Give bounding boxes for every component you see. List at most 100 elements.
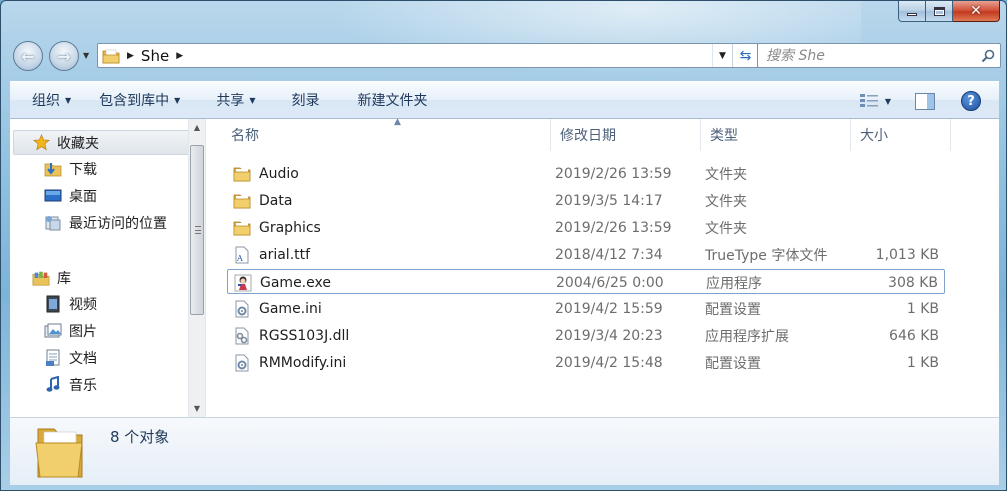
recent-pages-dropdown[interactable]: ▼ [83,51,89,60]
close-button[interactable]: ✕ [953,1,1000,22]
file-row[interactable]: RGSS103J.dll 2019/3/4 20:23 应用程序扩展 646 KB [227,323,945,348]
desktop-icon [44,187,62,205]
sidebar-libraries-label: 库 [57,270,71,287]
column-header-name[interactable]: 名称 ▲ [222,117,551,151]
back-arrow-icon: ← [21,46,35,66]
breadcrumb-separator-icon[interactable]: ▶ [176,51,183,61]
organize-label: 组织 [32,93,60,109]
column-type-label: 类型 [710,128,738,144]
file-name-cell[interactable]: Aarial.ttf [233,242,310,267]
videos-icon [44,295,62,313]
file-row[interactable]: RMModify.ini 2019/4/2 15:48 配置设置 1 KB [227,350,945,375]
file-row[interactable]: Game.exe 2004/6/25 0:00 应用程序 308 KB [227,269,945,294]
change-view-icon[interactable] [859,93,879,109]
file-name: Data [259,192,293,209]
library-icon [32,269,50,287]
folder-icon [233,192,251,210]
file-row[interactable]: Audio 2019/2/26 13:59 文件夹 [227,161,945,186]
file-row[interactable]: Graphics 2019/2/26 13:59 文件夹 [227,215,945,240]
file-row[interactable]: Aarial.ttf 2018/4/12 7:34 TrueType 字体文件 1,0… [227,242,945,267]
refresh-icon: ⇆ [739,47,752,64]
breadcrumb-separator-icon[interactable]: ▶ [127,51,134,61]
file-type: 文件夹 [705,166,747,183]
close-icon: ✕ [970,3,982,19]
refresh-button[interactable]: ⇆ [732,44,758,67]
file-size: 308 KB [888,274,938,291]
breadcrumb-she[interactable]: She [141,47,169,65]
file-row[interactable]: Game.ini 2019/4/2 15:59 配置设置 1 KB [227,296,945,321]
file-name-cell[interactable]: RMModify.ini [233,350,346,375]
address-history-dropdown[interactable]: ▼ [712,44,732,67]
new-folder-button[interactable]: 新建文件夹 [331,82,439,118]
back-button[interactable]: ← [13,41,43,71]
column-header-size[interactable]: 大小 [851,119,951,151]
column-date-label: 修改日期 [560,128,616,144]
file-type: 应用程序扩展 [705,328,789,345]
chevron-down-icon: ▼ [249,95,256,105]
minimize-button[interactable] [898,1,926,22]
file-type: 文件夹 [705,193,747,210]
burn-button[interactable]: 刻录 [267,82,331,118]
sidebar-item-label: 音乐 [69,377,97,394]
sidebar-libraries[interactable]: 库 [10,265,188,290]
sidebar-item-label: 下载 [69,161,97,178]
music-icon [44,375,62,394]
dll-file-icon [233,327,251,345]
column-header-date[interactable]: 修改日期 [551,119,701,151]
file-type: 配置设置 [705,355,761,372]
grip-icon [195,226,201,234]
sidebar-item-pictures[interactable]: 图片 [10,318,188,343]
maximize-button[interactable] [926,1,953,22]
game-exe-icon [234,274,252,292]
scroll-down-icon[interactable]: ▼ [189,400,205,417]
file-name-cell[interactable]: Game.exe [234,270,331,295]
scrollbar-thumb[interactable] [190,145,204,315]
pictures-icon [44,322,62,340]
address-bar[interactable]: ▶ She ▶ ▼ ⇆ [97,43,759,68]
sidebar-item-videos[interactable]: 视频 [10,291,188,316]
file-type: TrueType 字体文件 [705,247,828,264]
file-size: 646 KB [889,327,939,344]
help-icon[interactable]: ? [961,91,981,111]
sidebar-item-recent-places[interactable]: 最近访问的位置 [10,210,188,235]
include-in-library-label: 包含到库中 [99,93,170,109]
preview-pane-icon[interactable] [915,92,935,110]
sidebar-item-desktop[interactable]: 桌面 [10,183,188,208]
sidebar-item-downloads[interactable]: 下载 [10,156,188,181]
minimize-icon [907,12,917,16]
address-folder-icon [102,48,120,64]
column-header-type[interactable]: 类型 [701,119,851,151]
file-name-cell[interactable]: Data [233,188,292,213]
include-in-library-menu[interactable]: 包含到库中 ▼ [83,82,192,118]
search-icon[interactable] [976,44,1000,67]
file-name-cell[interactable]: Graphics [233,215,321,240]
navigation-bar: ← → ▼ ▶ She ▶ ▼ ⇆ [11,39,1001,73]
share-menu[interactable]: 共享 ▼ [192,82,267,118]
file-name-cell[interactable]: RGSS103J.dll [233,323,349,348]
sidebar-item-music[interactable]: 音乐 [10,372,188,397]
chevron-down-icon: ▼ [174,95,181,105]
file-name: Game.exe [260,274,331,291]
organize-menu[interactable]: 组织 ▼ [10,82,83,118]
svg-text:A: A [236,254,243,263]
sidebar-item-documents[interactable]: 文档 [10,345,188,370]
file-row[interactable]: Data 2019/3/5 14:17 文件夹 [227,188,945,213]
file-name: RMModify.ini [259,354,347,371]
file-name-cell[interactable]: Game.ini [233,296,322,321]
sidebar-favorites[interactable]: 收藏夹 [13,130,191,155]
file-date: 2019/3/4 20:23 [555,327,663,344]
view-controls: ▼ ? [859,82,999,120]
command-bar: 组织 ▼ 包含到库中 ▼ 共享 ▼ 刻录 新建文件夹 ▼ ? [10,81,999,119]
view-options-dropdown[interactable]: ▼ [885,97,891,106]
explorer-body: 收藏夹 下载 桌面 最近访问的位置 库 视频 图片 文档 音乐 ▲ ▼ 名称 ▲… [10,117,999,417]
sidebar-scrollbar[interactable]: ▲ ▼ [188,119,205,417]
file-type: 文件夹 [705,220,747,237]
forward-button[interactable]: → [49,41,79,71]
scroll-up-icon[interactable]: ▲ [189,119,205,136]
share-label: 共享 [216,93,245,109]
search-input[interactable] [758,47,976,64]
file-name-cell[interactable]: Audio [233,161,299,186]
search-box[interactable] [757,43,1001,68]
settings-file-icon [233,354,251,372]
recent-places-icon [44,214,62,232]
